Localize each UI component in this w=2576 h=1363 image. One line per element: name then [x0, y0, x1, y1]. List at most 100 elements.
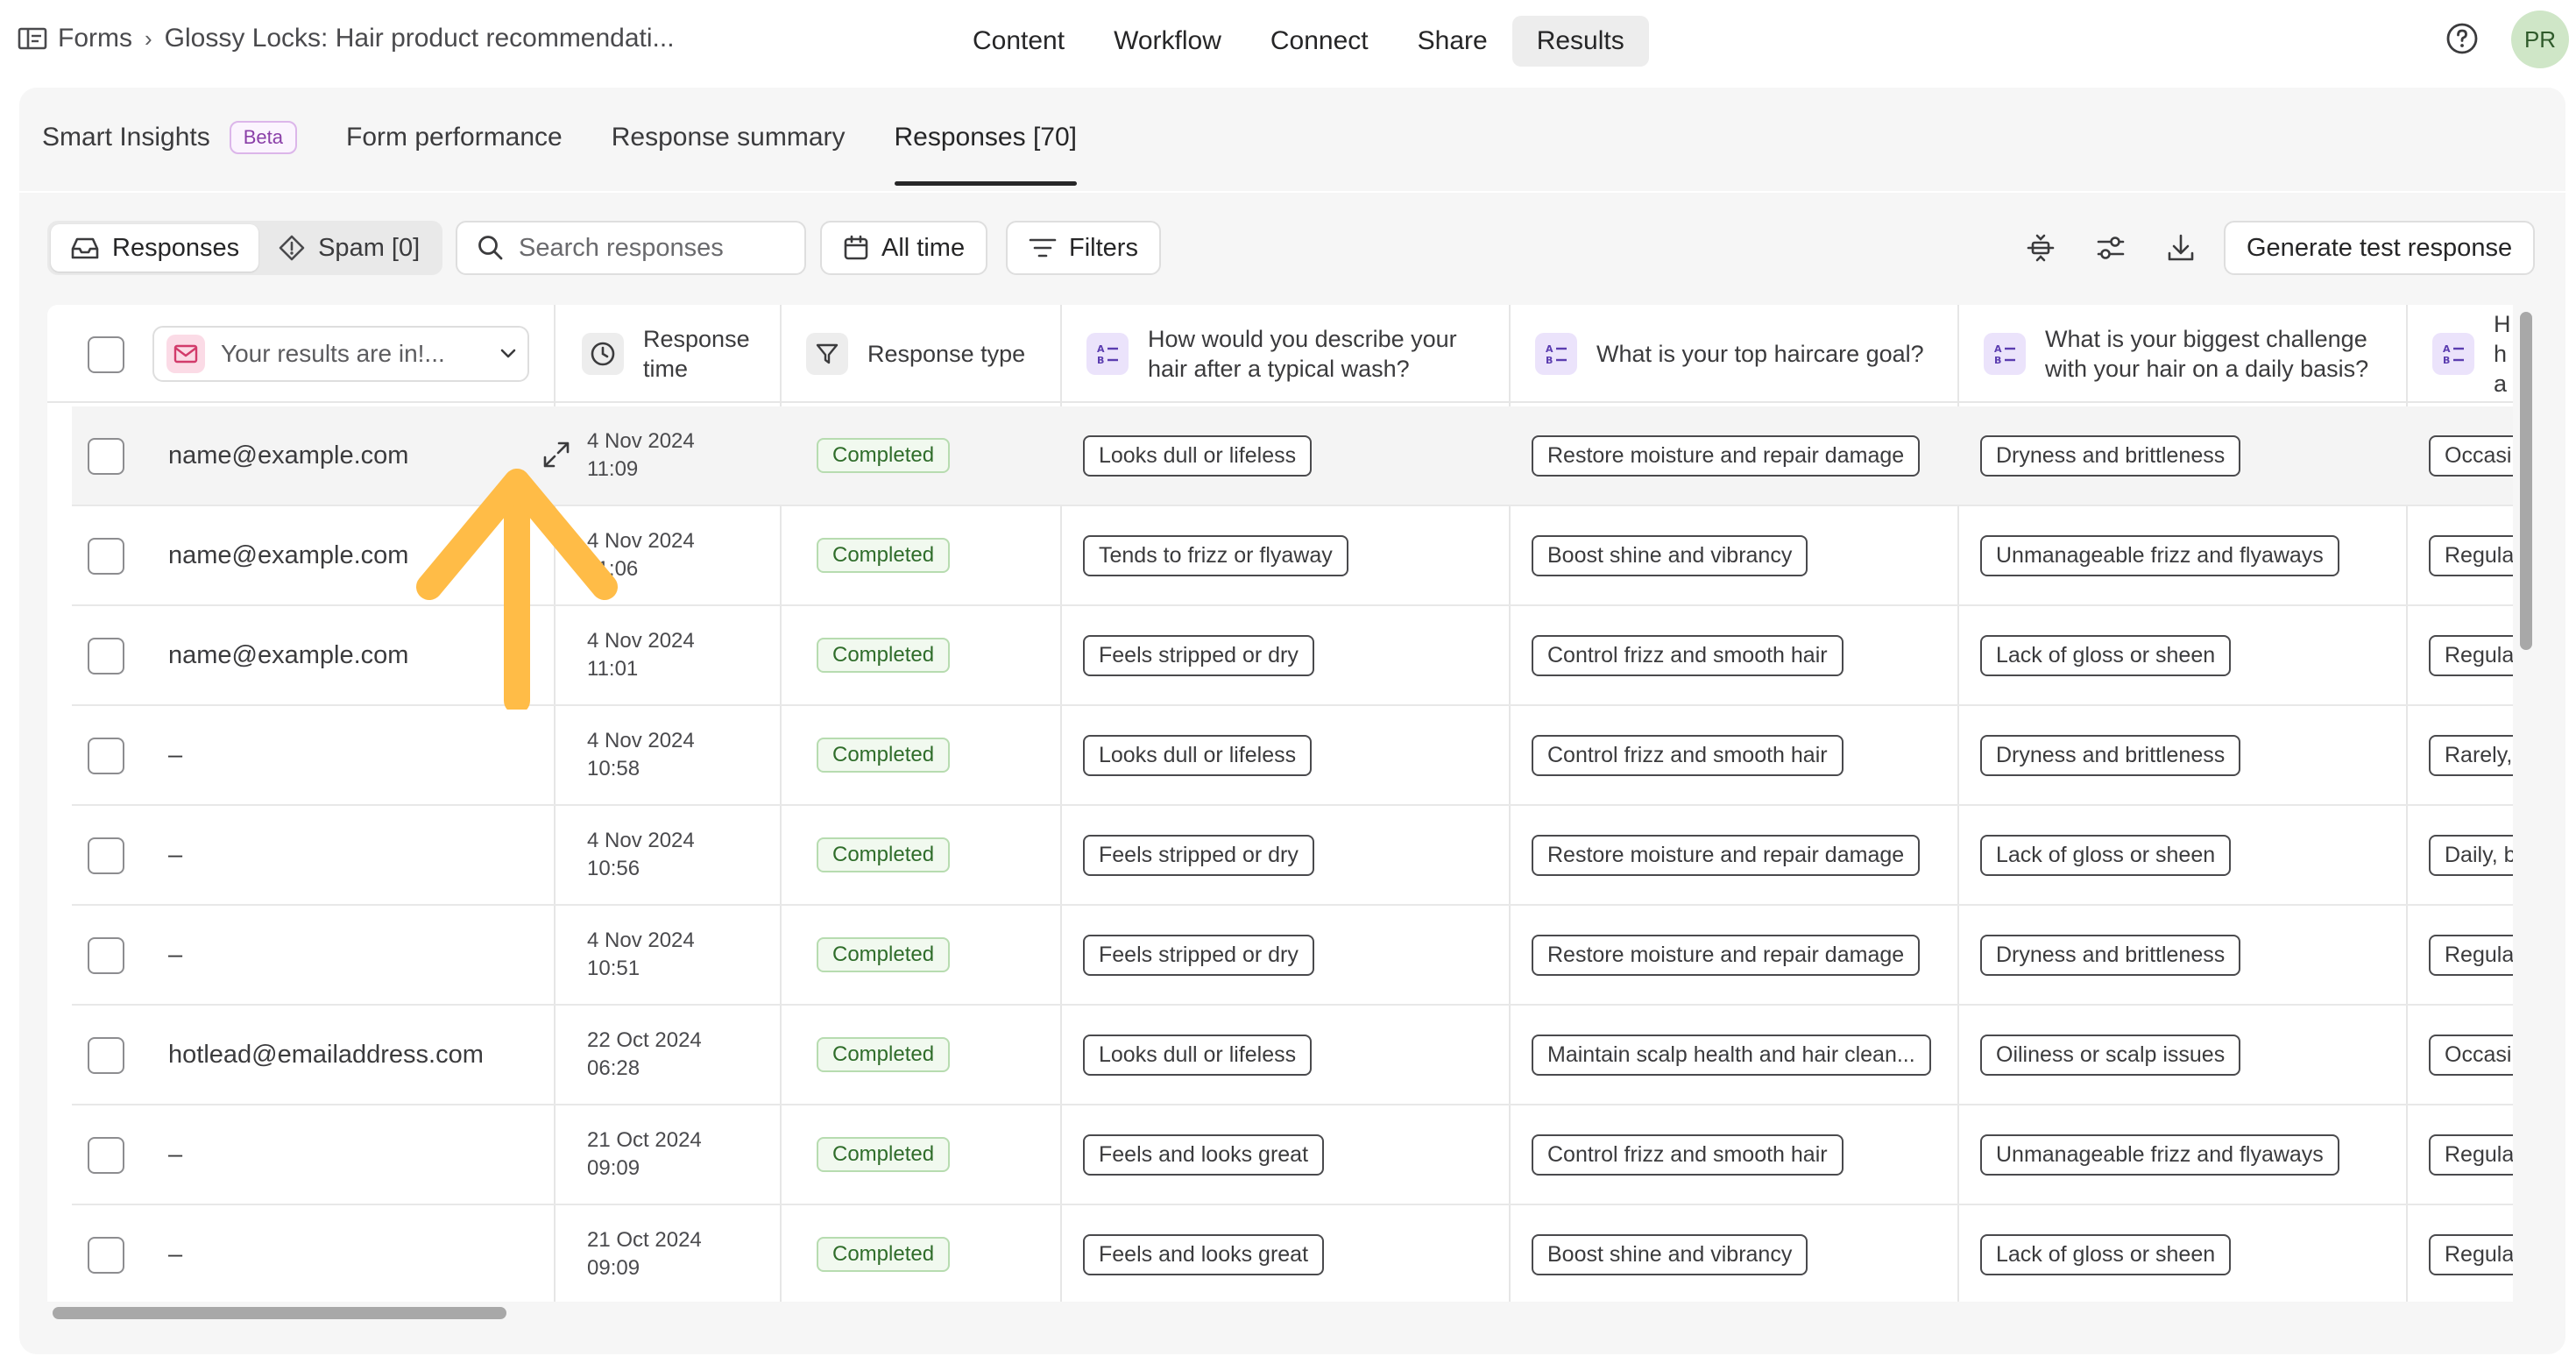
row-checkbox[interactable] — [88, 638, 124, 674]
tab-responses[interactable]: Responses [70] — [894, 88, 1078, 187]
column-settings-button[interactable] — [2091, 228, 2131, 268]
row-checkbox[interactable] — [88, 438, 124, 475]
answer-chip-q1: Feels stripped or dry — [1083, 634, 1314, 676]
response-date: 4 Nov 2024 — [587, 929, 695, 952]
response-clock-time: 10:56 — [587, 857, 640, 880]
nav-content[interactable]: Content — [948, 16, 1089, 67]
header-question-2-label: What is your top haircare goal? — [1596, 341, 1924, 367]
response-date: 4 Nov 2024 — [587, 529, 695, 553]
table-row[interactable]: – 4 Nov 2024 10:56 Completed Feels stripped … — [72, 806, 2513, 906]
answer-chip-q4: Daily, b — [2429, 834, 2513, 876]
header-response-type-label: Response type — [867, 341, 1026, 367]
date-range-label: All time — [881, 233, 966, 262]
status-badge: Completed — [817, 1137, 951, 1172]
answer-chip-q1: Feels and looks great — [1083, 1233, 1325, 1275]
breadcrumb-forms-link[interactable]: Forms — [58, 24, 132, 53]
status-badge: Completed — [817, 837, 951, 872]
header-question-1[interactable]: AB How would you describe your hair afte… — [1086, 322, 1463, 385]
filters-button[interactable]: Filters — [1006, 221, 1161, 275]
answer-chip-q4: Occasi — [2429, 434, 2513, 477]
generate-test-response-button[interactable]: Generate test response — [2224, 221, 2536, 275]
row-checkbox[interactable] — [88, 1037, 124, 1074]
table-row[interactable]: hotlead@emailaddress.com 22 Oct 2024 06:28… — [72, 1006, 2513, 1105]
table-row[interactable]: name@example.com 4 Nov 2024 11:09 Completed… — [72, 406, 2513, 506]
answer-chip-q2: Restore moisture and repair damage — [1532, 934, 1921, 976]
table-row[interactable]: – 21 Oct 2024 09:09 Completed Feels and look… — [72, 1205, 2513, 1302]
nav-share[interactable]: Share — [1393, 16, 1512, 67]
spam-icon — [279, 235, 305, 261]
header-question-3-label: What is your biggest challenge with your… — [2045, 326, 2369, 382]
choice-question-icon: AB — [1086, 333, 1129, 375]
breadcrumb-form-title[interactable]: Glossy Locks: Hair product recommendati.… — [165, 24, 675, 53]
clock-icon — [582, 333, 624, 375]
spam-toggle-button[interactable]: Spam [0] — [258, 224, 439, 272]
svg-text:B: B — [1994, 355, 2001, 366]
tab-form-performance[interactable]: Form performance — [346, 88, 563, 187]
vertical-scrollbar[interactable] — [2520, 312, 2532, 650]
answer-chip-q3: Dryness and brittleness — [1980, 434, 2241, 477]
answer-chip-q3: Oiliness or scalp issues — [1980, 1034, 2241, 1076]
tab-smart-insights[interactable]: Smart Insights Beta — [42, 88, 297, 187]
answer-chip-q4: Regula — [2429, 534, 2513, 576]
row-checkbox[interactable] — [88, 538, 124, 575]
responses-toggle-label: Responses — [112, 233, 240, 262]
answer-chip-q4: Rarely, — [2429, 734, 2513, 776]
respondent-email: – — [168, 740, 183, 769]
tab-response-summary[interactable]: Response summary — [612, 88, 846, 187]
columns-settings-icon — [2097, 237, 2125, 259]
select-all-checkbox[interactable] — [88, 336, 124, 373]
expand-icon[interactable] — [541, 440, 571, 470]
response-clock-time: 09:09 — [587, 1256, 640, 1280]
row-checkbox[interactable] — [88, 1137, 124, 1174]
date-range-button[interactable]: All time — [820, 221, 988, 275]
table-row[interactable]: – 4 Nov 2024 10:58 Completed Looks dull or l… — [72, 706, 2513, 806]
status-badge: Completed — [817, 1037, 951, 1072]
search-input[interactable] — [519, 233, 799, 263]
status-badge: Completed — [817, 738, 951, 773]
table-row[interactable]: name@example.com 4 Nov 2024 11:06 Completed… — [72, 506, 2513, 606]
response-date: 21 Oct 2024 — [587, 1128, 702, 1152]
svg-text:B: B — [1546, 355, 1553, 366]
response-date: 4 Nov 2024 — [587, 629, 695, 653]
nav-workflow[interactable]: Workflow — [1089, 16, 1246, 67]
status-badge: Completed — [817, 638, 951, 673]
nav-results[interactable]: Results — [1511, 16, 1649, 67]
responses-spam-toggle: Responses Spam [0] — [47, 221, 443, 275]
table-row[interactable]: – 21 Oct 2024 09:09 Completed Feels and look… — [72, 1105, 2513, 1205]
answer-chip-q3: Dryness and brittleness — [1980, 934, 2241, 976]
respondent-email: name@example.com — [168, 640, 409, 669]
header-response-type[interactable]: Response type — [806, 322, 1025, 385]
response-clock-time: 10:58 — [587, 757, 640, 780]
response-time: 4 Nov 2024 10:58 — [587, 706, 695, 804]
table-row[interactable]: – 4 Nov 2024 10:51 Completed Feels stripped … — [72, 906, 2513, 1006]
status-badge: Completed — [817, 538, 951, 573]
responses-toggle-button[interactable]: Responses — [51, 224, 259, 272]
answer-chip-q2: Restore moisture and repair damage — [1532, 434, 1921, 477]
answer-chip-q2: Restore moisture and repair damage — [1532, 834, 1921, 876]
answer-chip-q4: Regula — [2429, 934, 2513, 976]
calendar-icon — [844, 235, 868, 260]
header-question-4[interactable]: AB H ha — [2432, 311, 2511, 397]
answer-chip-q2: Boost shine and vibrancy — [1532, 534, 1808, 576]
header-response-time[interactable]: Response time — [582, 322, 757, 385]
row-checkbox[interactable] — [88, 937, 124, 974]
row-density-button[interactable] — [2020, 228, 2061, 268]
row-checkbox[interactable] — [88, 738, 124, 774]
results-subtabs: Smart Insights Beta Form performance Res… — [42, 88, 1126, 187]
row-checkbox[interactable] — [88, 837, 124, 874]
beta-badge: Beta — [229, 121, 297, 154]
row-checkbox[interactable] — [88, 1237, 124, 1274]
answer-chip-q3: Lack of gloss or sheen — [1980, 1233, 2232, 1275]
table-row[interactable]: name@example.com 4 Nov 2024 11:01 Completed… — [72, 606, 2513, 706]
help-icon[interactable] — [2445, 21, 2480, 56]
nav-connect[interactable]: Connect — [1246, 16, 1393, 67]
horizontal-scrollbar[interactable] — [53, 1307, 506, 1319]
filter-icon — [1029, 238, 1057, 258]
email-column-selector[interactable]: Your results are in!... — [152, 326, 529, 382]
spam-toggle-label: Spam [0] — [318, 233, 421, 262]
header-question-3[interactable]: AB What is your biggest challenge with y… — [1984, 322, 2378, 385]
search-box — [456, 221, 806, 275]
header-question-2[interactable]: AB What is your top haircare goal? — [1535, 322, 1924, 385]
download-button[interactable] — [2161, 228, 2201, 268]
avatar[interactable]: PR — [2511, 11, 2569, 68]
